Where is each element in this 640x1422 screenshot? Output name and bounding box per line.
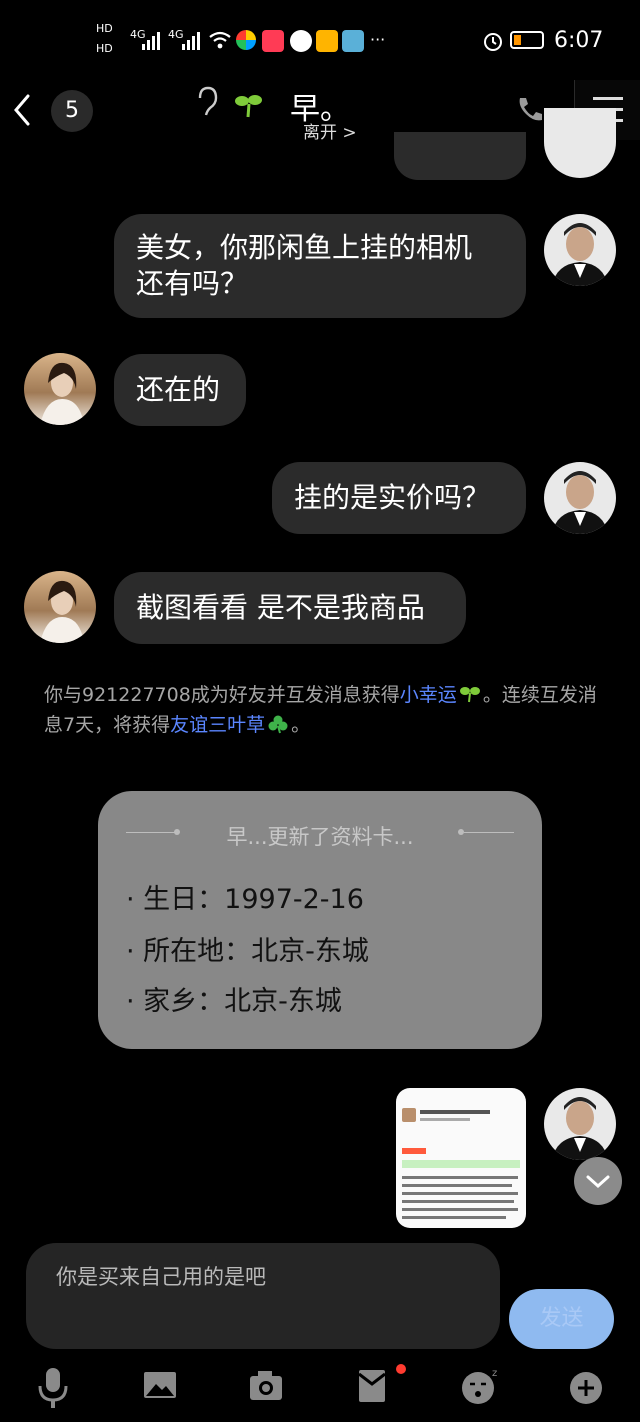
online-status: 离开 > xyxy=(303,123,357,143)
hd1-label: HD xyxy=(96,22,113,35)
card-title: 早...更新了资料卡... xyxy=(226,825,414,849)
red-packet-button[interactable] xyxy=(342,1360,406,1416)
emoji-icon: z xyxy=(462,1368,497,1404)
my-avatar[interactable] xyxy=(544,462,616,534)
my-avatar[interactable] xyxy=(544,214,616,286)
mail-icon xyxy=(316,30,338,52)
thumbnail-text xyxy=(402,1192,518,1195)
photo-button[interactable] xyxy=(130,1360,190,1416)
thumbnail-text xyxy=(402,1208,518,1211)
more-button[interactable] xyxy=(556,1360,616,1416)
person-icon xyxy=(40,580,84,643)
camera-icon xyxy=(250,1371,282,1400)
person-icon xyxy=(40,362,84,425)
scroll-to-bottom-button[interactable] xyxy=(574,1157,622,1205)
phone-icon[interactable] xyxy=(514,94,546,126)
thumbnail-avatar xyxy=(402,1108,416,1122)
emoji-button[interactable]: z xyxy=(448,1360,508,1416)
sprout-icon xyxy=(235,95,262,118)
card-location: · 所在地：北京-东城 xyxy=(126,936,369,967)
message-text: 美女，你那闲鱼上挂的相机 xyxy=(136,231,473,264)
chat-toolbar: z xyxy=(0,1360,640,1422)
message-bubble-sent[interactable]: 美女，你那闲鱼上挂的相机 还有吗？ xyxy=(114,214,526,318)
system-notice: 你与921227708成为好友并互发消息获得小幸运 。连续互发消息7天，将获得友谊… xyxy=(44,680,604,740)
card-hometown: · 家乡：北京-东城 xyxy=(126,986,342,1017)
status-time: 6:07 xyxy=(554,28,604,53)
person-icon xyxy=(552,223,608,286)
profile-update-card[interactable]: 早...更新了资料卡... · 生日：1997-2-16 · 所在地：北京-东城… xyxy=(98,791,542,1049)
my-avatar[interactable] xyxy=(544,108,616,178)
thumbnail-text xyxy=(402,1200,514,1203)
signal2-icon xyxy=(182,32,200,50)
system-text: 你与921227708成为好友并互发消息获得 xyxy=(44,684,400,706)
message-text: 还有吗？ xyxy=(136,267,249,300)
system-text: 。 xyxy=(291,714,311,736)
contact-avatar[interactable] xyxy=(24,571,96,643)
plus-icon xyxy=(570,1372,602,1404)
signal1-icon xyxy=(142,32,160,50)
notification-dot xyxy=(396,1364,406,1374)
contact-avatar[interactable] xyxy=(24,353,96,425)
card-birthday: · 生日：1997-2-16 xyxy=(126,884,364,915)
chevron-down-icon xyxy=(586,1175,610,1189)
thumbnail-text xyxy=(402,1216,506,1219)
image-icon xyxy=(144,1372,176,1398)
message-text: 截图看看 是不是我商品 xyxy=(136,591,425,624)
thumbnail-banner xyxy=(402,1160,520,1168)
message-bubble-received[interactable]: 截图看看 是不是我商品 xyxy=(114,572,466,644)
thumbnail-price xyxy=(402,1148,426,1154)
previous-message-bubble[interactable] xyxy=(394,132,526,180)
hd2-label: HD xyxy=(96,42,113,55)
thumbnail-text xyxy=(420,1118,470,1121)
person-icon xyxy=(552,471,608,534)
clover-icon xyxy=(268,715,288,734)
app-notification-icon xyxy=(342,30,364,52)
message-bubble-sent[interactable]: 挂的是实价吗？ xyxy=(272,462,526,534)
message-input-box[interactable]: 你是买来自己用的是吧 xyxy=(26,1243,500,1349)
divider xyxy=(464,832,514,833)
microphone-icon xyxy=(38,1368,68,1408)
thumbnail-text xyxy=(402,1176,518,1179)
camera-button[interactable] xyxy=(236,1360,296,1416)
app-notification-icon xyxy=(236,30,256,50)
message-text: 挂的是实价吗？ xyxy=(294,481,491,514)
message-input[interactable]: 你是买来自己用的是吧 xyxy=(56,1261,266,1291)
back-icon[interactable] xyxy=(10,92,34,128)
unread-count-badge[interactable]: 5 xyxy=(51,90,93,132)
sprout-icon xyxy=(459,687,480,703)
voice-button[interactable] xyxy=(24,1360,84,1416)
message-bubble-received[interactable]: 还在的 xyxy=(114,354,246,426)
status-bar: HD HD 4G 4G ··· 6:07 xyxy=(0,0,640,80)
alarm-icon xyxy=(484,33,502,51)
battery-icon xyxy=(510,31,544,49)
red-packet-icon xyxy=(358,1370,386,1402)
clover-link[interactable]: 友谊三叶草 xyxy=(170,714,265,736)
lucky-link[interactable]: 小幸运 xyxy=(400,684,457,706)
earpiece-mode-icon[interactable] xyxy=(194,86,218,118)
send-button[interactable]: 发送 xyxy=(509,1289,614,1349)
wifi-icon xyxy=(209,31,231,49)
app-notification-icon xyxy=(290,30,312,52)
thumbnail-text xyxy=(420,1110,490,1114)
my-avatar[interactable] xyxy=(544,1088,616,1160)
svg-text:z: z xyxy=(492,1368,497,1379)
message-text: 还在的 xyxy=(136,373,221,406)
app-notification-icon xyxy=(262,30,284,52)
thumbnail-text xyxy=(402,1184,512,1187)
person-icon xyxy=(552,1097,608,1160)
more-notifications: ··· xyxy=(370,30,386,49)
image-message[interactable] xyxy=(396,1088,526,1228)
